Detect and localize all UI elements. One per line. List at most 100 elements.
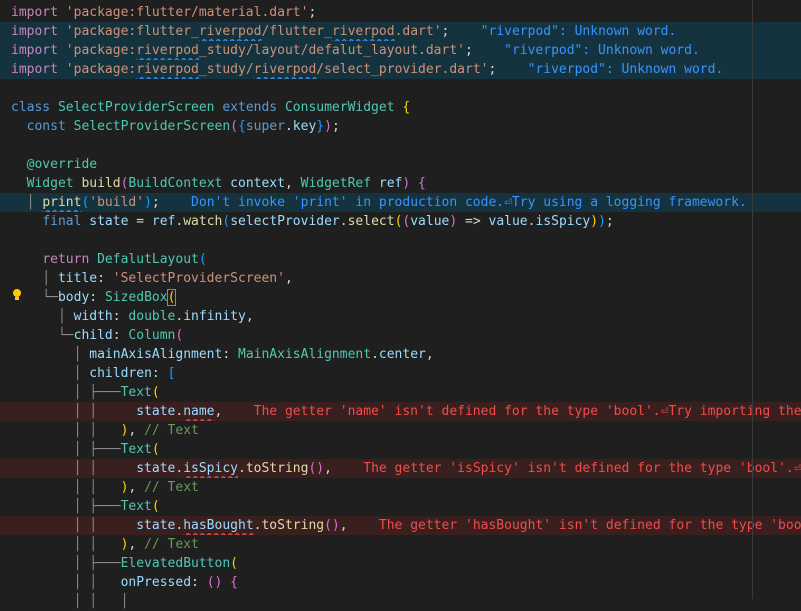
code-token: } bbox=[316, 119, 325, 134]
code-line[interactable]: import 'package:riverpod_study/layout/de… bbox=[0, 41, 801, 60]
code-token: isSpicy bbox=[183, 461, 238, 476]
code-text: └─child: Column( bbox=[11, 326, 183, 345]
code-token: // Text bbox=[144, 423, 199, 438]
code-line[interactable]: Widget build(BuildContext context, Widge… bbox=[0, 174, 801, 193]
code-token: { bbox=[418, 176, 426, 191]
code-token: hasBought bbox=[183, 518, 254, 533]
code-token: center bbox=[378, 347, 426, 362]
code-token: WidgetRef bbox=[300, 176, 372, 191]
code-line[interactable]: │ ├───Text( bbox=[0, 383, 801, 402]
code-token: state bbox=[136, 461, 176, 476]
code-text: return DefalutLayout( bbox=[11, 250, 207, 269]
code-token: , bbox=[339, 518, 348, 533]
code-line[interactable]: import 'package:riverpod_study/riverpod/… bbox=[0, 60, 801, 79]
code-line[interactable]: │ │ state.name, The getter 'name' isn't … bbox=[0, 402, 801, 421]
code-token: toString bbox=[245, 461, 309, 476]
code-line[interactable]: │ children: [ bbox=[0, 364, 801, 383]
info-diagnostic: "riverpod": Unknown word. bbox=[496, 62, 724, 77]
code-token: . bbox=[371, 347, 379, 362]
code-text: │ ├───Text( bbox=[11, 440, 160, 459]
code-token: ) bbox=[449, 214, 458, 229]
code-token: ( bbox=[151, 442, 160, 457]
code-token: riverpod bbox=[198, 24, 262, 39]
code-token: super bbox=[245, 119, 285, 134]
code-token: context bbox=[230, 176, 285, 191]
code-token: return bbox=[42, 252, 90, 267]
code-token: value bbox=[410, 214, 450, 229]
code-text: └─body: SizedBox( bbox=[11, 288, 177, 307]
code-line[interactable]: │ print('build'); Don't invoke 'print' i… bbox=[0, 193, 801, 212]
code-line[interactable]: │ width: double.infinity, bbox=[0, 307, 801, 326]
code-line[interactable]: @override bbox=[0, 155, 801, 174]
code-token: Text bbox=[120, 499, 152, 514]
code-token: . bbox=[284, 119, 293, 134]
code-token: = bbox=[128, 214, 152, 229]
code-token: import bbox=[11, 43, 58, 58]
code-token: │ │ bbox=[11, 423, 121, 438]
code-token: class bbox=[11, 100, 51, 115]
code-line[interactable]: class SelectProviderScreen extends Consu… bbox=[0, 98, 801, 117]
code-line[interactable] bbox=[0, 231, 801, 250]
code-line[interactable]: │ │ onPressed: () { bbox=[0, 573, 801, 592]
code-token: => bbox=[457, 214, 489, 229]
code-token: body bbox=[57, 290, 90, 305]
code-token: . bbox=[238, 461, 246, 476]
lightbulb-icon[interactable] bbox=[12, 288, 22, 302]
code-line[interactable]: └─child: Column( bbox=[0, 326, 801, 345]
code-token: , bbox=[245, 309, 254, 324]
code-token: 'build' bbox=[89, 195, 145, 210]
code-line[interactable]: final state = ref.watch(selectProvider.s… bbox=[0, 212, 801, 231]
code-token: final bbox=[42, 214, 82, 229]
code-token: ; bbox=[308, 5, 317, 20]
code-token: , bbox=[128, 537, 145, 552]
code-text: │ │ state.isSpicy.toString(), The getter… bbox=[11, 459, 801, 478]
code-line[interactable]: import 'package:flutter/material.dart'; bbox=[0, 3, 801, 22]
code-line[interactable]: │ │ ), // Text bbox=[0, 421, 801, 440]
code-line[interactable]: │ │ │ bbox=[0, 592, 801, 611]
code-token: ( bbox=[222, 214, 231, 229]
code-line[interactable]: └─body: SizedBox( bbox=[0, 288, 801, 307]
code-token: , bbox=[324, 461, 332, 476]
code-line[interactable]: const SelectProviderScreen({super.key}); bbox=[0, 117, 801, 136]
code-line[interactable]: │ mainAxisAlignment: MainAxisAlignment.c… bbox=[0, 345, 801, 364]
code-line[interactable]: │ title: 'SelectProviderScreen', bbox=[0, 269, 801, 288]
code-editor[interactable]: import 'package:flutter/material.dart'; i… bbox=[0, 0, 801, 609]
ruler-line bbox=[752, 0, 753, 599]
code-text: class SelectProviderScreen extends Consu… bbox=[11, 98, 410, 117]
code-line[interactable]: │ ├───Text( bbox=[0, 440, 801, 459]
code-token: onPressed bbox=[120, 575, 192, 590]
code-token: ; bbox=[331, 119, 340, 134]
code-token: DefalutLayout bbox=[97, 252, 199, 267]
code-token: import bbox=[11, 5, 58, 20]
info-diagnostic: "riverpod": Unknown word. bbox=[449, 24, 677, 39]
code-line[interactable] bbox=[0, 136, 801, 155]
code-line[interactable]: │ │ state.hasBought.toString(), The gett… bbox=[0, 516, 801, 535]
code-line[interactable]: return DefalutLayout( bbox=[0, 250, 801, 269]
code-line[interactable]: │ ├───ElevatedButton( bbox=[0, 554, 801, 573]
code-token: Widget bbox=[26, 176, 74, 191]
code-line[interactable]: │ │ ), // Text bbox=[0, 478, 801, 497]
code-token: ref bbox=[378, 176, 403, 191]
code-token: SelectProviderScreen bbox=[73, 119, 231, 134]
code-line[interactable] bbox=[0, 79, 801, 98]
code-token: ( bbox=[198, 252, 207, 267]
code-token: │ │ bbox=[11, 537, 121, 552]
code-text: final state = ref.watch(selectProvider.s… bbox=[11, 212, 613, 231]
code-token: ( bbox=[230, 119, 238, 134]
code-line[interactable]: │ ├───Text( bbox=[0, 497, 801, 516]
code-token: select bbox=[347, 214, 395, 229]
code-token: ) bbox=[324, 119, 332, 134]
code-text: │ │ onPressed: () { bbox=[11, 573, 238, 592]
code-token: Text bbox=[120, 385, 152, 400]
code-token: BuildContext bbox=[128, 176, 223, 191]
code-line[interactable]: │ │ ), // Text bbox=[0, 535, 801, 554]
code-text: const SelectProviderScreen({super.key}); bbox=[11, 117, 340, 136]
code-line[interactable]: │ │ state.isSpicy.toString(), The getter… bbox=[0, 459, 801, 478]
code-token: toString bbox=[261, 518, 325, 533]
code-line[interactable]: import 'package:flutter_riverpod/flutter… bbox=[0, 22, 801, 41]
